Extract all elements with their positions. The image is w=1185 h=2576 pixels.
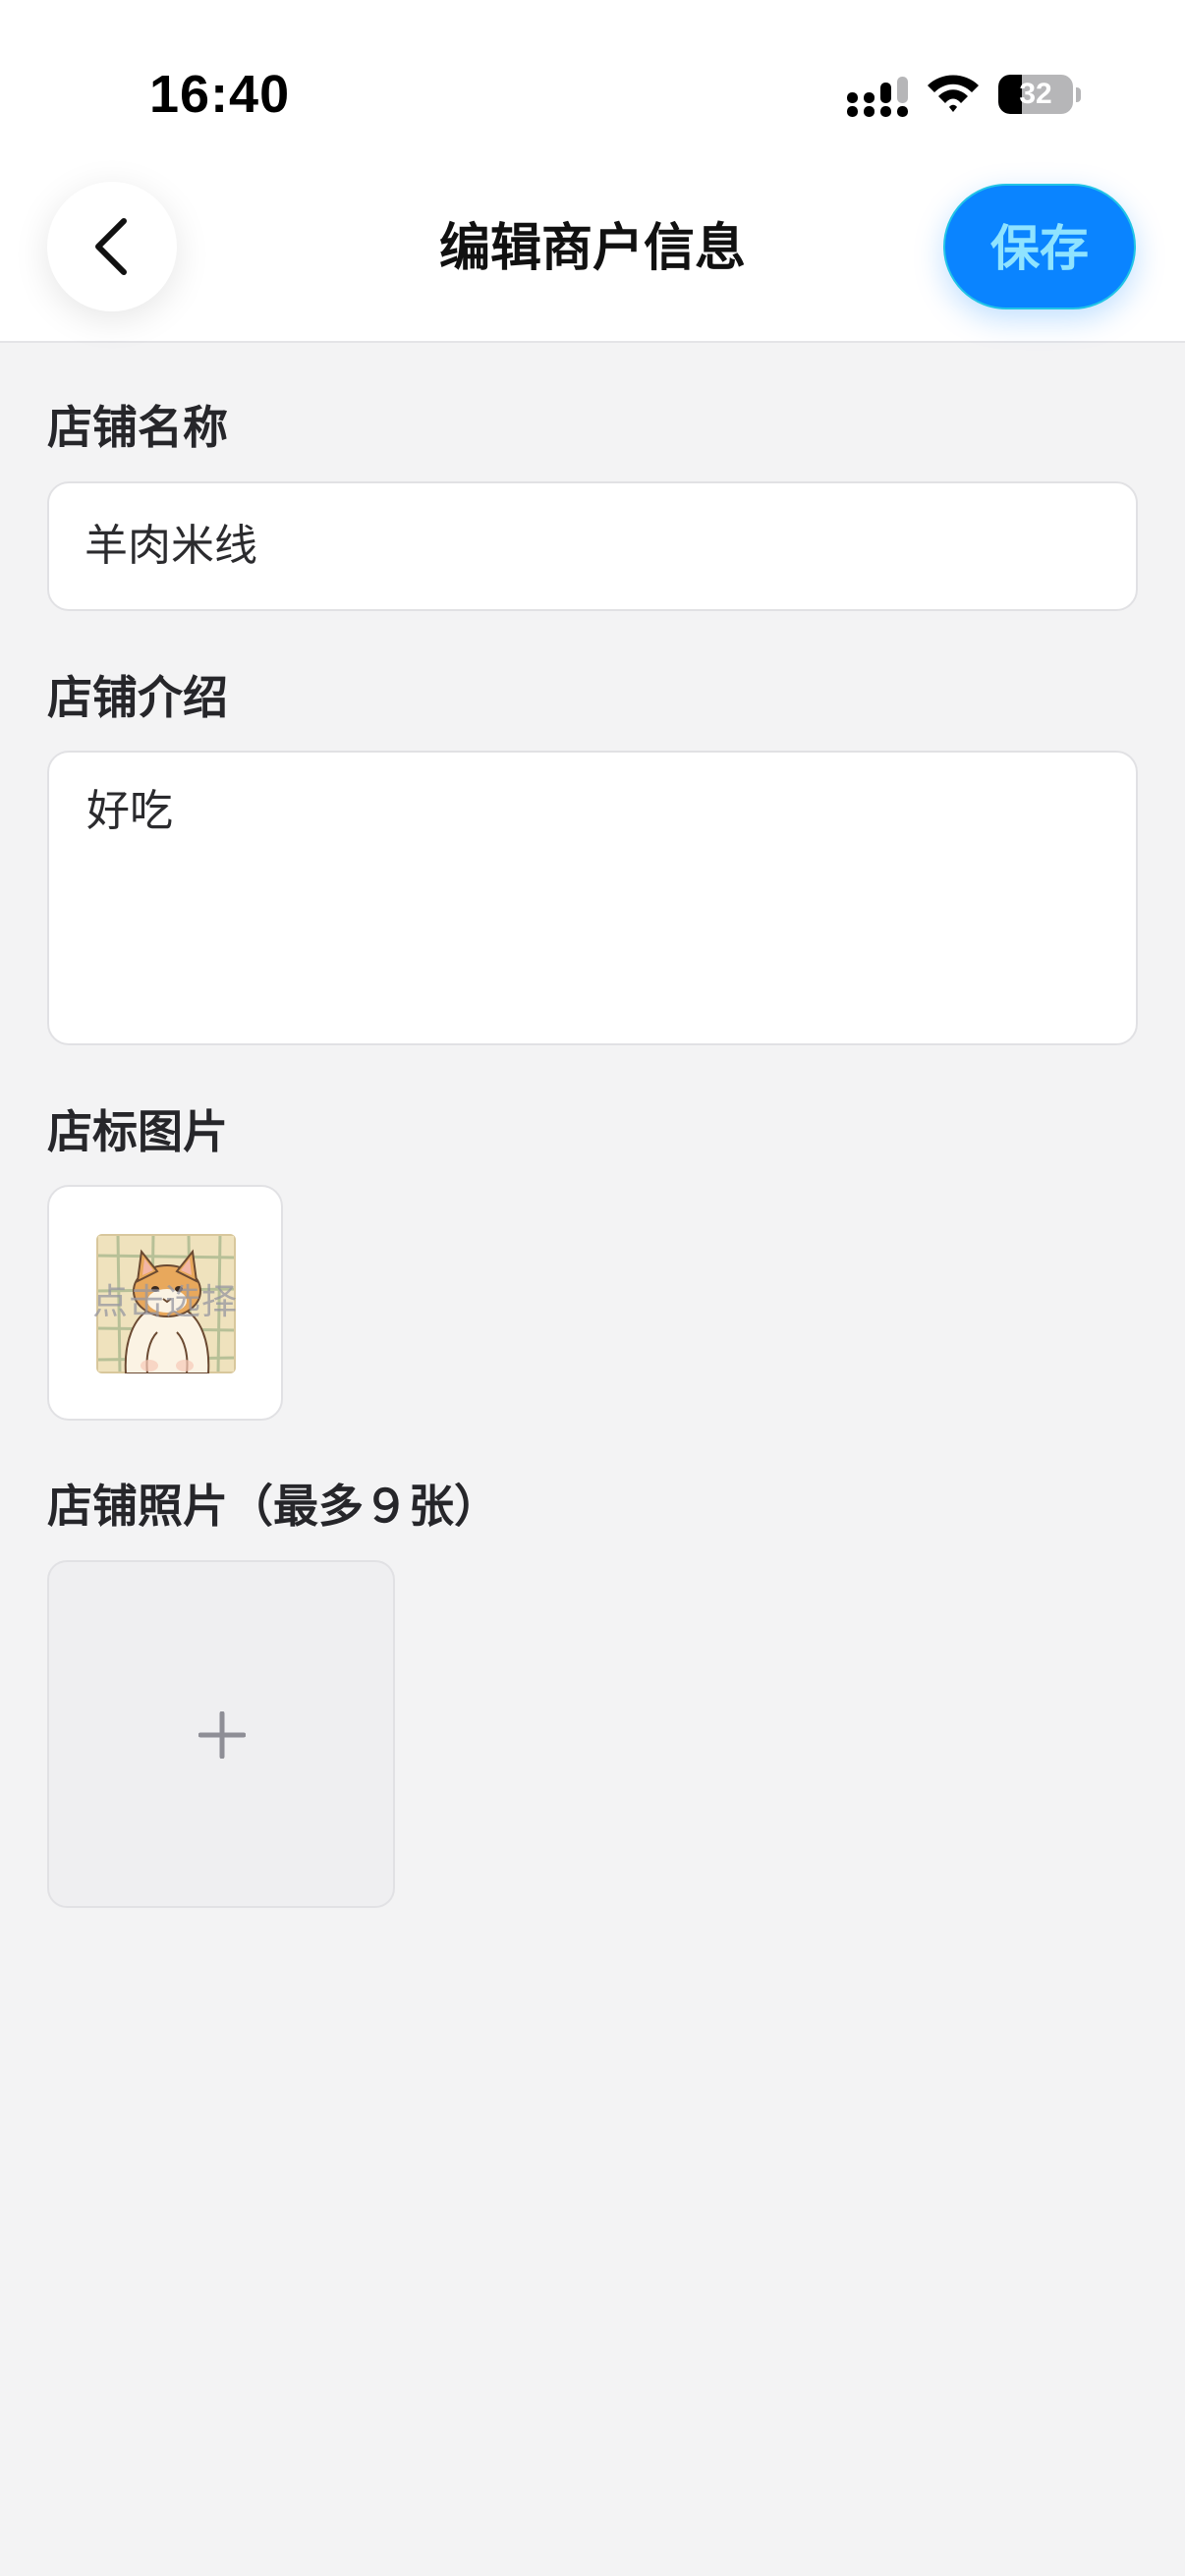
store-photos-label: 店铺照片（最多９张） [47, 1480, 499, 1533]
logo-select-hint: 点击选择 [91, 1282, 238, 1322]
top-header: 16:40 32 编辑商户信息 保存 [0, 0, 1185, 343]
status-time: 16:40 [149, 65, 291, 124]
page-title: 编辑商户信息 [438, 219, 746, 278]
plus-icon [198, 1711, 246, 1759]
store-logo-label: 店标图片 [47, 1105, 228, 1158]
status-bar: 16:40 32 [0, 0, 1185, 147]
save-button[interactable]: 保存 [943, 184, 1136, 309]
battery-indicator: 32 [998, 75, 1081, 116]
back-button[interactable] [47, 182, 177, 311]
cellular-signal-icon [847, 77, 908, 117]
wifi-icon [928, 75, 979, 112]
chevron-left-icon [95, 218, 127, 275]
store-intro-textarea[interactable]: 好吃 [47, 751, 1138, 1045]
battery-percent: 32 [1019, 78, 1052, 110]
store-name-input[interactable]: 羊肉米线 [47, 481, 1138, 611]
logo-picker[interactable]: 点击选择 [47, 1185, 283, 1421]
store-intro-label: 店铺介绍 [47, 671, 228, 724]
add-photo-button[interactable] [47, 1560, 395, 1908]
store-name-label: 店铺名称 [47, 401, 228, 454]
